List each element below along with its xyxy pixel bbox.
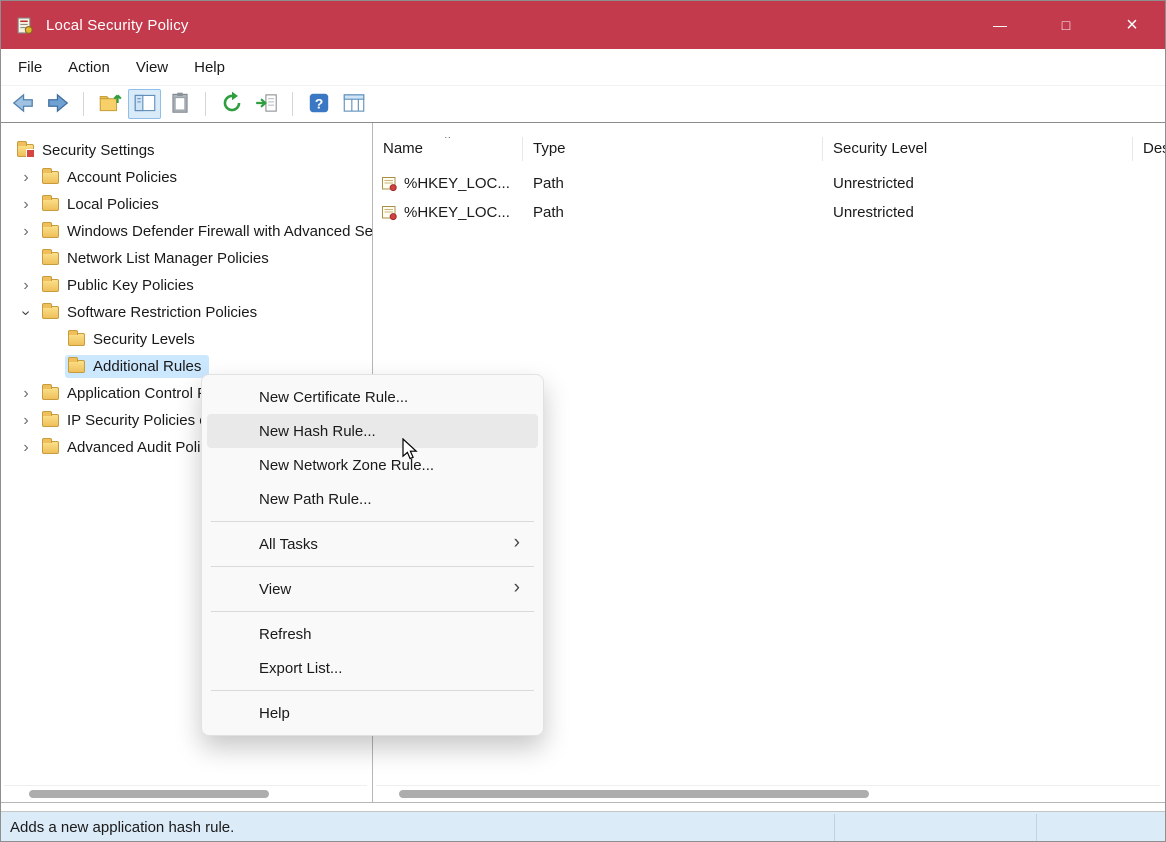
menu-item-new-network-zone-rule[interactable]: New Network Zone Rule...: [207, 448, 538, 482]
scrollbar-thumb[interactable]: [399, 790, 869, 798]
list-row[interactable]: %HKEY_LOC... Path Unrestricted: [373, 198, 1165, 227]
tree-item-software-restriction-policies[interactable]: Software Restriction Policies: [1, 299, 372, 326]
status-bar-divider: [834, 814, 835, 841]
forward-arrow-icon: [45, 90, 71, 119]
back-button[interactable]: [6, 89, 39, 119]
window-controls: — □ ×: [967, 1, 1165, 49]
column-header-security-level[interactable]: Security Level: [823, 137, 1133, 161]
context-menu: New Certificate Rule... New Hash Rule...…: [201, 374, 544, 736]
menu-item-refresh[interactable]: Refresh: [207, 617, 538, 651]
chevron-right-icon[interactable]: [13, 278, 39, 294]
chevron-right-icon[interactable]: [13, 170, 39, 186]
folder-icon: [42, 279, 59, 292]
minimize-button[interactable]: —: [967, 1, 1033, 49]
list-horizontal-scrollbar[interactable]: [376, 785, 1160, 799]
folder-icon: [42, 306, 59, 319]
tree-item-local-policies[interactable]: Local Policies: [1, 191, 372, 218]
export-list-button[interactable]: [250, 89, 283, 119]
menu-help[interactable]: Help: [181, 52, 238, 83]
refresh-button[interactable]: [215, 89, 248, 119]
column-header-description[interactable]: Description: [1133, 137, 1165, 161]
folder-icon: [42, 198, 59, 211]
main-area: Security Settings Account Policies Local…: [1, 123, 1165, 803]
folder-icon: [42, 225, 59, 238]
export-list-icon: [254, 90, 280, 119]
menu-view[interactable]: View: [123, 52, 181, 83]
help-button[interactable]: ?: [302, 89, 335, 119]
menu-file[interactable]: File: [5, 52, 55, 83]
window-title: Local Security Policy: [46, 17, 189, 34]
back-arrow-icon: [10, 90, 36, 119]
status-text: Adds a new application hash rule.: [10, 819, 234, 836]
tree-item-windows-defender-firewall[interactable]: Windows Defender Firewall with Advanced …: [1, 218, 372, 245]
chevron-down-icon[interactable]: [13, 305, 39, 321]
toolbar: ?: [1, 86, 1165, 123]
toolbar-separator: [83, 92, 84, 116]
menu-separator: [211, 566, 534, 567]
menu-separator: [211, 521, 534, 522]
menu-separator: [211, 611, 534, 612]
show-hide-console-tree-button[interactable]: [128, 89, 161, 119]
bottom-strip: [1, 803, 1165, 811]
refresh-icon: [219, 90, 245, 119]
title-bar: Local Security Policy — □ ×: [1, 1, 1165, 49]
menu-bar: File Action View Help: [1, 49, 1165, 86]
folder-icon: [42, 441, 59, 454]
show-hide-action-pane-button[interactable]: [337, 89, 370, 119]
list-column-headers: Name Type Security Level Description: [373, 123, 1165, 169]
app-icon: [15, 16, 34, 35]
status-bar: Adds a new application hash rule.: [1, 811, 1165, 842]
clipboard-icon: [167, 90, 193, 119]
chevron-right-icon[interactable]: [13, 197, 39, 213]
menu-item-export-list[interactable]: Export List...: [207, 651, 538, 685]
column-header-type[interactable]: Type: [523, 137, 823, 161]
close-button[interactable]: ×: [1099, 1, 1165, 49]
status-bar-divider: [1036, 814, 1037, 841]
properties-button[interactable]: [163, 89, 196, 119]
menu-item-all-tasks[interactable]: All Tasks: [207, 527, 538, 561]
scrollbar-thumb[interactable]: [29, 790, 269, 798]
chevron-right-icon[interactable]: [13, 413, 39, 429]
folder-icon: [42, 171, 59, 184]
security-settings-icon: [17, 144, 34, 157]
folder-icon: [68, 360, 85, 373]
console-tree-panes-icon: [132, 90, 158, 119]
tree-item-network-list-manager-policies[interactable]: Network List Manager Policies: [1, 245, 372, 272]
list-row[interactable]: %HKEY_LOC... Path Unrestricted: [373, 169, 1165, 198]
up-one-level-button[interactable]: [93, 89, 126, 119]
folder-icon: [42, 387, 59, 400]
help-icon: ?: [306, 90, 332, 119]
action-pane-icon: [341, 90, 367, 119]
menu-item-help[interactable]: Help: [207, 696, 538, 730]
tree-item-account-policies[interactable]: Account Policies: [1, 164, 372, 191]
forward-button[interactable]: [41, 89, 74, 119]
menu-item-new-path-rule[interactable]: New Path Rule...: [207, 482, 538, 516]
toolbar-separator: [292, 92, 293, 116]
chevron-right-icon[interactable]: [13, 386, 39, 402]
registry-rule-icon: [381, 204, 398, 221]
folder-icon: [42, 414, 59, 427]
menu-item-view[interactable]: View: [207, 572, 538, 606]
column-header-name[interactable]: Name: [373, 137, 523, 161]
toolbar-separator: [205, 92, 206, 116]
menu-separator: [211, 690, 534, 691]
menu-item-new-hash-rule[interactable]: New Hash Rule...: [207, 414, 538, 448]
menu-action[interactable]: Action: [55, 52, 123, 83]
svg-text:?: ?: [314, 95, 323, 111]
chevron-right-icon[interactable]: [13, 224, 39, 240]
folder-icon: [42, 252, 59, 265]
local-security-policy-window: Local Security Policy — □ × File Action …: [0, 0, 1166, 842]
folder-up-icon: [97, 90, 123, 119]
tree-item-public-key-policies[interactable]: Public Key Policies: [1, 272, 372, 299]
maximize-button[interactable]: □: [1033, 1, 1099, 49]
menu-item-new-certificate-rule[interactable]: New Certificate Rule...: [207, 380, 538, 414]
tree-item-security-settings[interactable]: Security Settings: [1, 137, 372, 164]
tree-horizontal-scrollbar[interactable]: [4, 785, 367, 799]
chevron-right-icon[interactable]: [13, 440, 39, 456]
registry-rule-icon: [381, 175, 398, 192]
folder-icon: [68, 333, 85, 346]
tree-item-security-levels[interactable]: Security Levels: [1, 326, 372, 353]
